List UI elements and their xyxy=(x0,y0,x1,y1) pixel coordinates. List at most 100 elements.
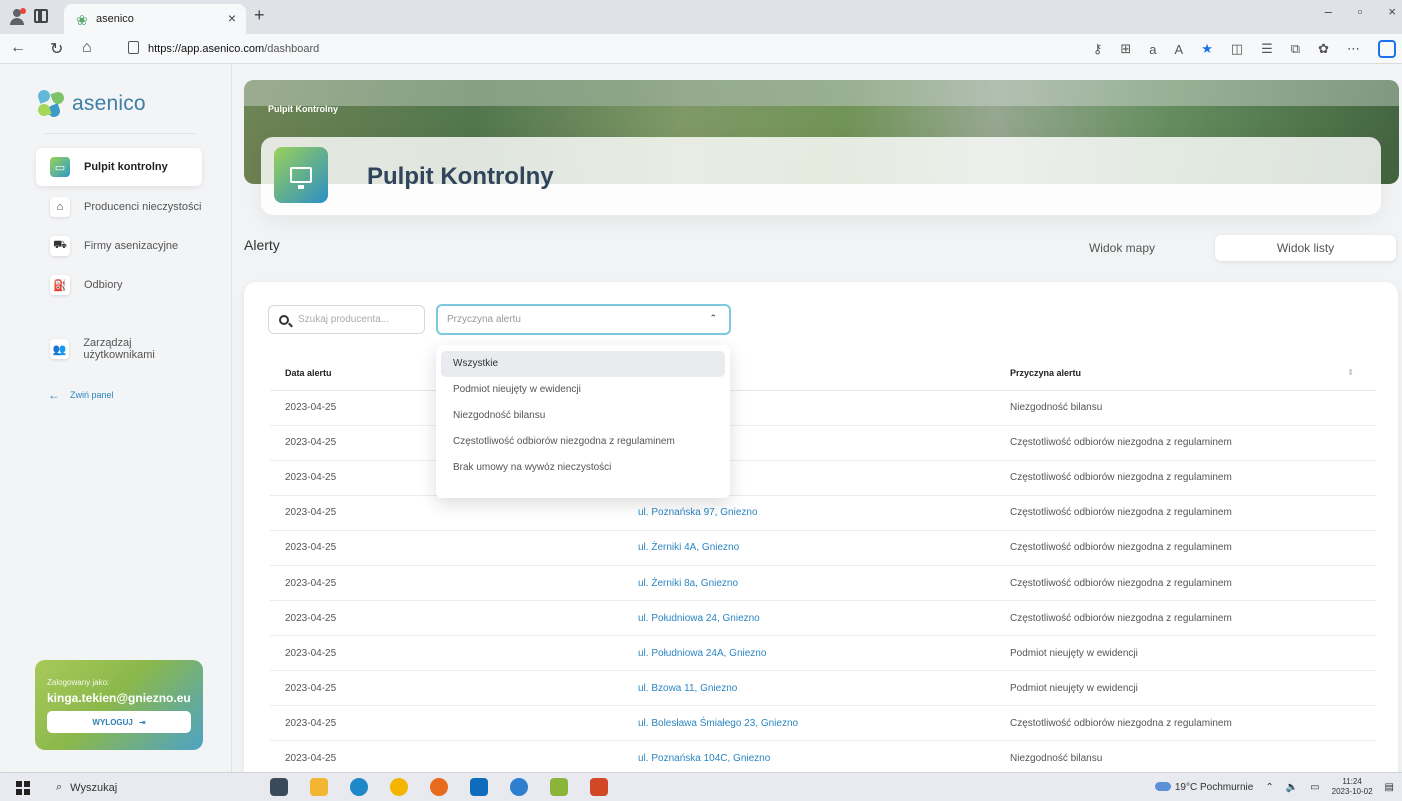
split-screen-icon[interactable]: ◫ xyxy=(1231,41,1243,57)
logout-button[interactable]: WYLOGUJ ⇥ xyxy=(47,711,191,733)
alerts-title: Alerty xyxy=(244,237,280,253)
close-window-icon[interactable]: × xyxy=(1388,4,1396,19)
taskbar: ⌕ Wyszukaj 19°C Pochmurnie ⌃ 🔈 ▭ 11:24 20… xyxy=(0,772,1402,801)
browser-tab[interactable]: ❀ asenico × xyxy=(64,4,246,34)
read-aloud-icon[interactable]: A xyxy=(1175,42,1184,57)
monitor-icon: ▭ xyxy=(50,157,70,177)
taskbar-search[interactable]: ⌕ Wyszukaj xyxy=(46,776,226,799)
extensions-icon[interactable]: ✿ xyxy=(1318,41,1329,57)
dropdown-option-unregistered[interactable]: Podmiot nieujęty w ewidencji xyxy=(441,377,725,403)
alert-address-link[interactable]: ul. Bolesława Śmiałego 23, Gniezno xyxy=(638,705,1010,742)
search-icon xyxy=(279,314,289,325)
dropdown-option-balance[interactable]: Niezgodność bilansu xyxy=(441,403,725,429)
collections-icon[interactable]: ⧉ xyxy=(1291,41,1300,57)
dropdown-option-no-contract[interactable]: Brak umowy na wywóz nieczystości xyxy=(441,455,725,481)
tab-actions-icon[interactable] xyxy=(34,9,48,23)
search-input[interactable] xyxy=(298,314,408,325)
key-icon[interactable]: ⚷ xyxy=(1093,41,1103,57)
table-row[interactable]: 2023-04-25 ul. Żerniki 4A, Gniezno Częstot… xyxy=(270,530,1376,566)
tray-chevron-icon[interactable]: ⌃ xyxy=(1265,782,1273,793)
search-producer[interactable] xyxy=(268,305,425,334)
sidebar-item-odbiory[interactable]: ⛽ Odbiory xyxy=(36,266,202,304)
task-view-icon[interactable] xyxy=(270,778,288,796)
arrow-left-icon: ← xyxy=(48,388,60,402)
address-bar: ← ↻ ⌂ https://app.asenico.com/dashboard … xyxy=(0,34,1402,64)
table-row[interactable]: 2023-04-25 ul. Bolesława Śmiałego 23, Gni… xyxy=(270,705,1376,742)
alert-reason: Częstotliwość odbiorów niezgodna z regul… xyxy=(1010,425,1376,461)
weather[interactable]: 19°C Pochmurnie xyxy=(1154,781,1254,793)
alert-address-link[interactable]: ul. Południowa 24, Gniezno xyxy=(638,600,1010,637)
table-row[interactable]: 2023-04-25 ul. Poznańska 97, Gniezno Częst… xyxy=(270,495,1376,531)
firefox-icon[interactable] xyxy=(430,778,448,796)
brand-logo[interactable]: asenico xyxy=(36,88,146,119)
table-row[interactable]: 2023-04-25 ul. Bzowa 11, Gniezno Podmiot n… xyxy=(270,670,1376,707)
ie-icon[interactable] xyxy=(510,778,528,796)
table-row[interactable]: 2023-04-25 ul. Południowa 24, Gniezno Częs… xyxy=(270,600,1376,637)
lock-icon xyxy=(128,41,139,54)
windows-start-icon[interactable] xyxy=(16,781,30,795)
alert-address-link[interactable]: ul. Żerniki 4A, Gniezno xyxy=(638,530,1010,566)
dropdown-option-frequency[interactable]: Częstotliwość odbiorów niezgodna z regul… xyxy=(441,429,725,455)
favorites-list-icon[interactable]: ☰ xyxy=(1261,41,1273,57)
apps-icon[interactable]: ⊞ xyxy=(1120,41,1131,57)
alert-address-link[interactable]: ul. Poznańska 104C, Gniezno xyxy=(638,740,1010,777)
powerpoint-icon[interactable] xyxy=(590,778,608,796)
clock[interactable]: 11:24 2023-10-02 xyxy=(1332,777,1373,797)
alert-address-link[interactable]: ul. Poznańska 97, Gniezno xyxy=(638,495,1010,531)
sidebar-item-label: Firmy asenizacyjne xyxy=(84,240,179,252)
alert-address-link[interactable]: ul. Południowa 24A, Gniezno xyxy=(638,635,1010,672)
home-browser-icon[interactable]: ⌂ xyxy=(82,39,92,57)
list-view-toggle[interactable]: Widok listy xyxy=(1215,235,1396,261)
alert-date: 2023-04-25 xyxy=(270,530,638,566)
column-header-reason[interactable]: Przyczyna alertu ⇕ xyxy=(1010,355,1376,391)
alert-reason-select[interactable]: Przyczyna alertu ⌃ xyxy=(436,304,731,335)
url-field[interactable]: https://app.asenico.com/dashboard xyxy=(116,38,1066,60)
profile-icon[interactable] xyxy=(8,8,26,26)
speaker-icon[interactable]: 🔈 xyxy=(1286,782,1298,793)
table-row[interactable]: 2023-04-25 ul. Południowa 24A, Gniezno Pod… xyxy=(270,635,1376,672)
map-view-toggle[interactable]: Widok mapy xyxy=(1052,235,1192,261)
app-icon[interactable] xyxy=(550,778,568,796)
sidebar-item-producenci[interactable]: ⌂ Producenci nieczystości xyxy=(36,188,202,226)
chrome-icon[interactable] xyxy=(390,778,408,796)
table-row[interactable]: 2023-04-25 ul. Poznańska 104C, Gniezno Nie… xyxy=(270,740,1376,777)
user-email: kinga.tekien@gniezno.eu xyxy=(47,691,191,705)
outlook-icon[interactable] xyxy=(470,778,488,796)
weather-label: 19°C Pochmurnie xyxy=(1174,781,1254,793)
alert-reason-dropdown: Wszystkie Podmiot nieujęty w ewidencji N… xyxy=(436,345,730,498)
page-title: Pulpit Kontrolny xyxy=(367,163,554,190)
chevron-up-icon: ⌃ xyxy=(709,313,717,323)
alert-reason: Częstotliwość odbiorów niezgodna z regul… xyxy=(1010,600,1376,637)
tanker-icon: ⛽ xyxy=(50,275,70,295)
minimize-icon[interactable]: – xyxy=(1325,4,1332,19)
dropdown-option-all[interactable]: Wszystkie xyxy=(441,351,725,377)
clock-date: 2023-10-02 xyxy=(1331,787,1373,796)
restore-icon[interactable]: ▫ xyxy=(1358,4,1363,19)
table-row[interactable]: 2023-04-25 ul. Żerniki 8a, Gniezno Częstot… xyxy=(270,565,1376,602)
collapse-panel-link[interactable]: ← Zwiń panel xyxy=(48,388,114,402)
close-tab-icon[interactable]: × xyxy=(228,10,236,26)
favorite-star-icon[interactable]: ★ xyxy=(1201,41,1213,57)
alert-date: 2023-04-25 xyxy=(270,740,638,777)
sidebar-item-label: Odbiory xyxy=(84,279,123,291)
new-tab-icon[interactable]: + xyxy=(254,5,265,26)
file-explorer-icon[interactable] xyxy=(310,778,328,796)
network-icon[interactable]: ▭ xyxy=(1310,782,1319,793)
edge-copilot-icon[interactable] xyxy=(1378,40,1396,58)
alert-date: 2023-04-25 xyxy=(270,705,638,742)
sidebar-item-pulpit[interactable]: ▭ Pulpit kontrolny xyxy=(36,148,202,186)
refresh-icon[interactable]: ↻ xyxy=(50,39,63,59)
sidebar-item-uzytkownicy[interactable]: 👥 Zarządzaj użytkownikami xyxy=(36,330,202,368)
sidebar-item-label: Pulpit kontrolny xyxy=(84,161,168,173)
translate-icon[interactable]: a xyxy=(1149,42,1156,57)
logout-label: WYLOGUJ xyxy=(92,717,133,727)
more-icon[interactable]: ⋯ xyxy=(1347,41,1360,57)
back-icon[interactable]: ← xyxy=(10,39,26,57)
window-controls: – ▫ × xyxy=(1325,4,1402,19)
alert-address-link[interactable]: ul. Żerniki 8a, Gniezno xyxy=(638,565,1010,602)
sidebar-item-firmy[interactable]: ⛟ Firmy asenizacyjne xyxy=(36,227,202,265)
alert-address-link[interactable]: ul. Bzowa 11, Gniezno xyxy=(638,670,1010,707)
edge-icon[interactable] xyxy=(350,778,368,796)
sort-icon[interactable]: ⇕ xyxy=(1347,368,1354,377)
notifications-icon[interactable]: ▤ xyxy=(1385,782,1394,793)
